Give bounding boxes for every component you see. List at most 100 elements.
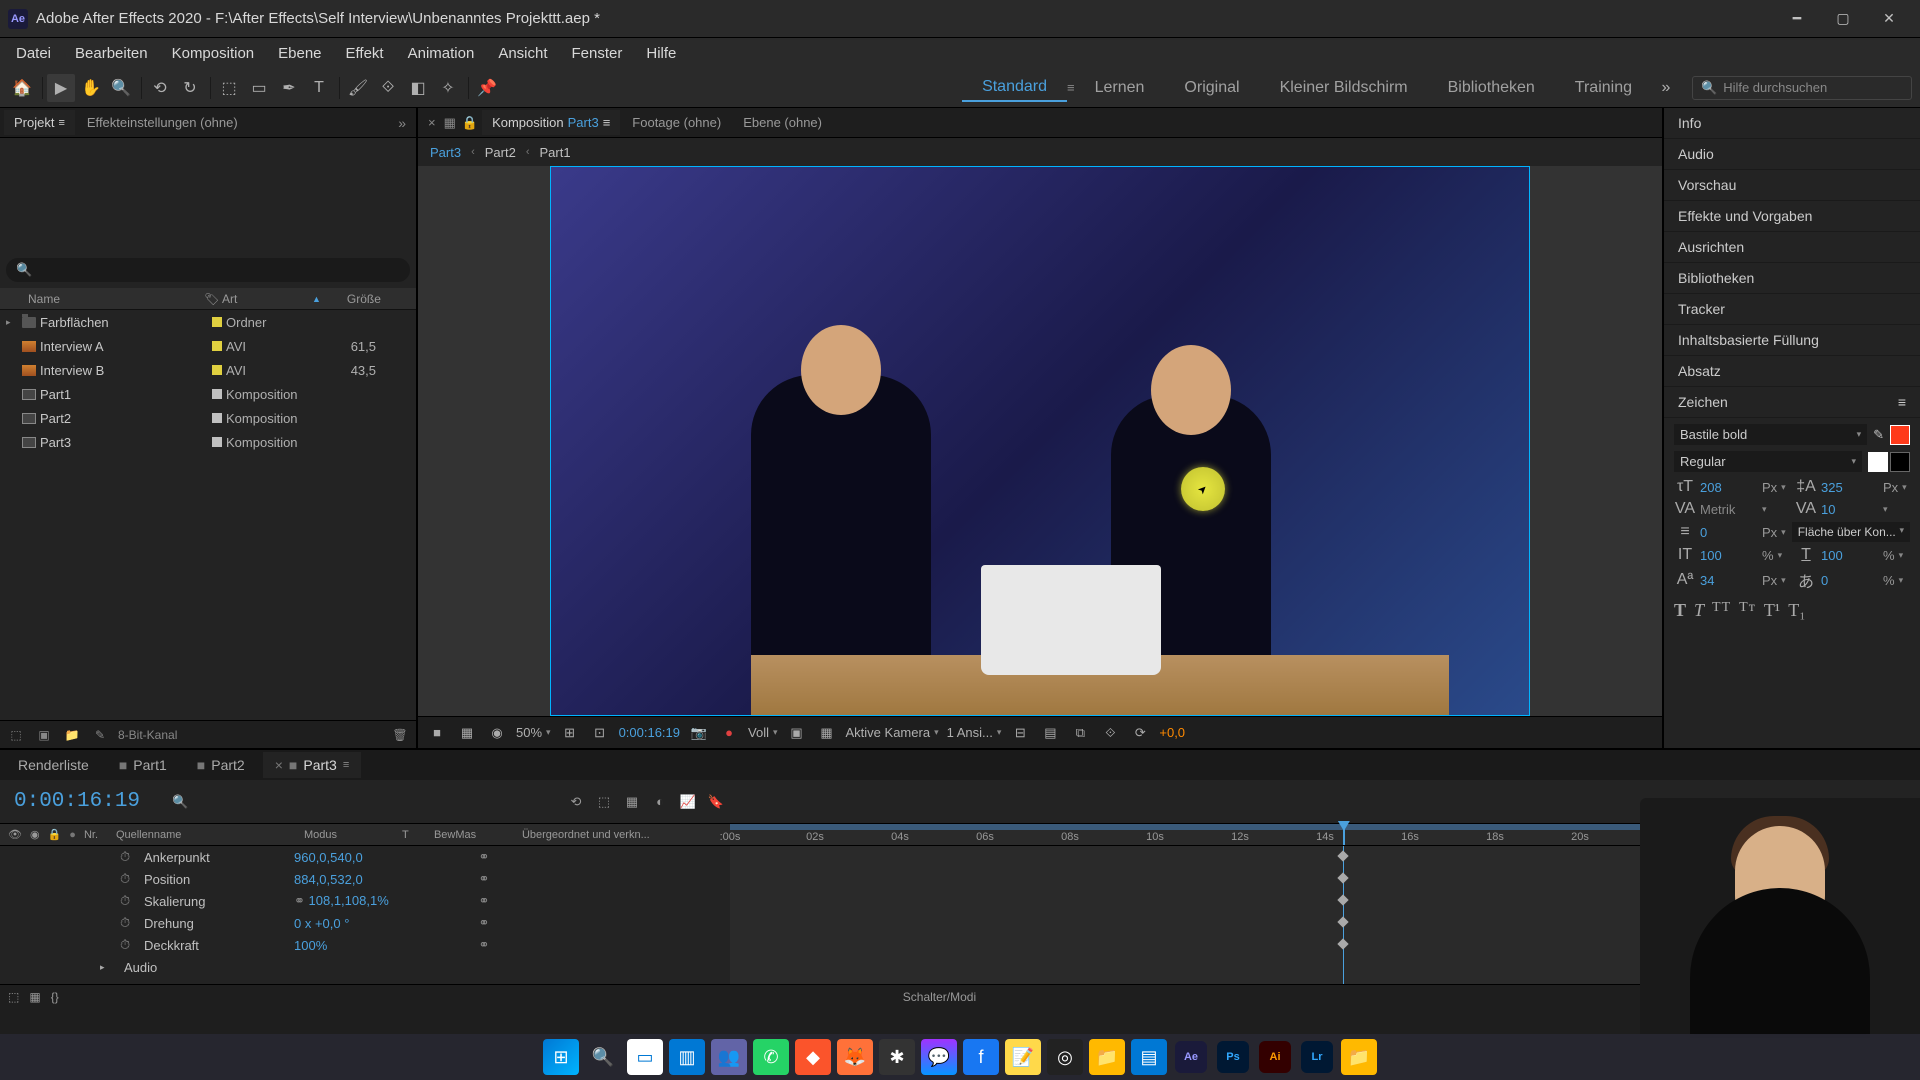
panel-effekte[interactable]: Effekte und Vorgaben <box>1664 201 1920 232</box>
panel-menu-icon[interactable]: ≡ <box>58 117 64 129</box>
views-dropdown[interactable]: 1 Ansi... <box>947 725 1002 740</box>
taskbar-obs[interactable]: ◎ <box>1047 1039 1083 1075</box>
lock-col-icon[interactable]: 🔒 <box>48 828 62 841</box>
keyframe-indicator[interactable] <box>1337 938 1348 949</box>
pixel-ar-button[interactable]: ⊟ <box>1009 722 1031 744</box>
zoom-tool[interactable]: 🔍 <box>107 74 135 102</box>
panel-zeichen-header[interactable]: Zeichen≡ <box>1664 387 1920 418</box>
selection-tool[interactable]: ▶ <box>47 74 75 102</box>
mask-button[interactable]: ◉ <box>486 722 508 744</box>
superscript-button[interactable]: T¹ <box>1764 600 1780 621</box>
stopwatch-icon[interactable]: ⏱ <box>120 849 134 865</box>
toggle-switches-icon[interactable]: ⬚ <box>8 990 19 1004</box>
timeline-timecode[interactable]: 0:00:16:19 <box>0 790 154 813</box>
menu-ansicht[interactable]: Ansicht <box>486 41 559 66</box>
italic-button[interactable]: T <box>1694 600 1704 621</box>
bit-depth[interactable]: 8-Bit-Kanal <box>118 728 177 742</box>
panel-vorschau[interactable]: Vorschau <box>1664 170 1920 201</box>
allcaps-button[interactable]: TT <box>1712 600 1731 621</box>
panel-menu-icon[interactable]: ≡ <box>1898 394 1906 410</box>
resolution-dropdown[interactable]: Voll <box>748 725 778 740</box>
zoom-dropdown[interactable]: 50% <box>516 725 551 740</box>
trash-button[interactable]: 🗑 <box>390 725 410 745</box>
panel-absatz[interactable]: Absatz <box>1664 356 1920 387</box>
col-nr[interactable]: Nr. <box>84 829 108 841</box>
orbit-tool[interactable]: ⟲ <box>146 74 174 102</box>
prev-button[interactable]: ⊞ <box>559 722 581 744</box>
menu-hilfe[interactable]: Hilfe <box>634 41 688 66</box>
expression-link-icon[interactable]: ⚭ <box>464 937 504 953</box>
expression-link-icon[interactable]: ⚭ <box>464 915 504 931</box>
expression-link-icon[interactable]: ⚭ <box>464 893 504 909</box>
menu-datei[interactable]: Datei <box>4 41 63 66</box>
panel-ausrichten[interactable]: Ausrichten <box>1664 232 1920 263</box>
playhead-marker[interactable] <box>1343 824 1345 845</box>
workspace-bibliotheken[interactable]: Bibliotheken <box>1428 75 1555 101</box>
workspace-kleiner[interactable]: Kleiner Bildschirm <box>1260 75 1428 101</box>
fast-button[interactable]: ▤ <box>1039 722 1061 744</box>
brush-tool[interactable]: 🖌 <box>344 74 372 102</box>
hand-tool[interactable]: ✋ <box>77 74 105 102</box>
workspace-overflow[interactable]: » <box>1652 74 1680 102</box>
taskbar-app1[interactable]: ✱ <box>879 1039 915 1075</box>
taskbar-facebook[interactable]: f <box>963 1039 999 1075</box>
project-item[interactable]: Part1Komposition <box>0 382 416 406</box>
property-value[interactable]: 960,0,540,0 <box>294 850 454 865</box>
smallcaps-button[interactable]: Tᴛ <box>1739 600 1756 621</box>
transform-property-row[interactable]: ⏱Skalierung⚭ 108,1,108,1%⚭ <box>0 890 730 912</box>
col-modus[interactable]: Modus <box>304 829 394 841</box>
eraser-tool[interactable]: ◧ <box>404 74 432 102</box>
taskbar-widgets[interactable]: ▥ <box>669 1039 705 1075</box>
stroke-black-swatch[interactable] <box>1890 452 1910 472</box>
taskbar-messenger[interactable]: 💬 <box>921 1039 957 1075</box>
project-item[interactable]: ▸FarbflächenOrdner <box>0 310 416 334</box>
property-value[interactable]: ⚭ 108,1,108,1% <box>294 893 454 909</box>
col-parent[interactable]: Übergeordnet und verkn... <box>522 829 722 841</box>
property-value[interactable]: 0 x +0,0 ° <box>294 916 454 931</box>
panel-fuellung[interactable]: Inhaltsbasierte Füllung <box>1664 325 1920 356</box>
draft3d-button[interactable]: ⬚ <box>590 788 618 816</box>
new-comp-button[interactable]: ▣ <box>34 725 54 745</box>
render-icon[interactable]: ▦ <box>442 115 458 131</box>
bold-button[interactable]: T <box>1674 600 1686 621</box>
guides-button[interactable]: ▣ <box>786 722 808 744</box>
pen-tool[interactable]: ✒ <box>275 74 303 102</box>
flow-button[interactable]: ⟐ <box>1099 722 1121 744</box>
project-item[interactable]: Part3Komposition <box>0 430 416 454</box>
taskbar-teams[interactable]: 👥 <box>711 1039 747 1075</box>
tab-effekteinstellungen[interactable]: Effekteinstellungen (ohne) <box>77 110 248 135</box>
adjust-button[interactable]: ✎ <box>90 725 110 745</box>
new-folder-button[interactable]: 📁 <box>62 725 82 745</box>
puppet-tool[interactable]: 📌 <box>473 74 501 102</box>
taskbar-explorer[interactable]: ▭ <box>627 1039 663 1075</box>
hscale-value[interactable]: 100 <box>1821 548 1879 563</box>
font-size-value[interactable]: 208 <box>1700 480 1758 495</box>
always-preview-button[interactable]: ■ <box>426 722 448 744</box>
workspace-menu-icon[interactable]: ≡ <box>1067 80 1075 95</box>
audio-group-row[interactable]: ▸Audio <box>0 956 730 978</box>
help-search[interactable]: 🔍 Hilfe durchsuchen <box>1692 76 1912 100</box>
subscript-button[interactable]: T₁ <box>1788 600 1805 621</box>
col-quellenname[interactable]: Quellenname <box>116 829 296 841</box>
taskbar-whatsapp[interactable]: ✆ <box>753 1039 789 1075</box>
baseline-value[interactable]: 34 <box>1700 573 1758 588</box>
expression-link-icon[interactable]: ⚭ <box>464 871 504 887</box>
home-button[interactable]: 🏠 <box>8 74 36 102</box>
tsume-value[interactable]: 0 <box>1821 573 1879 588</box>
tab-part3[interactable]: ×■Part3≡ <box>263 752 362 778</box>
safe-button[interactable]: ⊡ <box>589 722 611 744</box>
keyframe-indicator[interactable] <box>1337 916 1348 927</box>
roto-tool[interactable]: ✧ <box>434 74 462 102</box>
transform-property-row[interactable]: ⏱Deckkraft100%⚭ <box>0 934 730 956</box>
leading-value[interactable]: 325 <box>1821 480 1879 495</box>
transparency-button[interactable]: ▦ <box>456 722 478 744</box>
transform-property-row[interactable]: ⏱Drehung0 x +0,0 °⚭ <box>0 912 730 934</box>
tab-footage[interactable]: Footage (ohne) <box>622 110 731 135</box>
fill-order-select[interactable]: Fläche über Kon...▾ <box>1792 522 1910 542</box>
col-art[interactable]: Art <box>222 292 312 306</box>
taskbar-files[interactable]: 📁 <box>1089 1039 1125 1075</box>
eyedropper-icon[interactable]: ✎ <box>1873 427 1884 443</box>
switches-label[interactable]: Schalter/Modi <box>903 990 976 1004</box>
taskbar-search[interactable]: 🔍 <box>585 1039 621 1075</box>
menu-effekt[interactable]: Effekt <box>334 41 396 66</box>
